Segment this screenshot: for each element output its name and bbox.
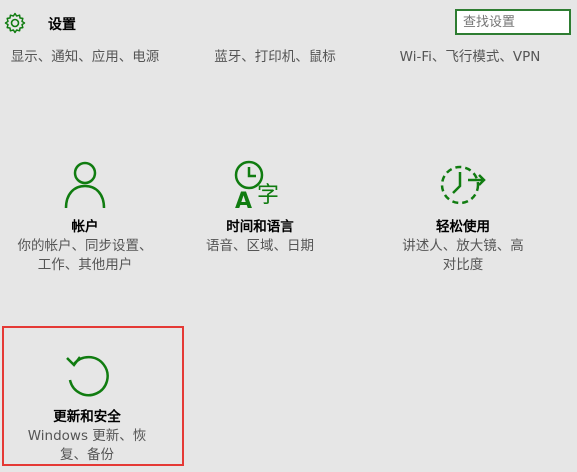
search-input[interactable] <box>455 9 571 35</box>
header: 设置 <box>0 0 577 46</box>
page-title: 设置 <box>48 17 76 33</box>
tile-desc: 语音、区域、日期 <box>206 238 314 254</box>
svg-text:A: A <box>235 189 252 210</box>
tile-label: 轻松使用 <box>436 219 490 235</box>
tile-ease-of-access[interactable]: 轻松使用 讲述人、放大镜、高对比度 <box>378 160 548 275</box>
tile-accounts[interactable]: 帐户 你的帐户、同步设置、工作、其他用户 <box>0 160 170 275</box>
tile-desc: 讲述人、放大镜、高对比度 <box>402 238 524 273</box>
svg-text:字: 字 <box>257 183 279 208</box>
tile-system-desc[interactable]: 显示、通知、应用、电源 <box>10 48 160 67</box>
person-icon <box>64 161 106 209</box>
ease-of-access-icon <box>440 165 486 205</box>
tile-label: 时间和语言 <box>226 219 294 235</box>
tile-label: 更新和安全 <box>53 409 121 425</box>
tile-devices-desc[interactable]: 蓝牙、打印机、鼠标 <box>190 48 360 67</box>
update-icon <box>66 355 109 397</box>
tile-network-desc[interactable]: Wi-Fi、飞行模式、VPN <box>375 48 565 67</box>
tile-label: 帐户 <box>71 219 99 235</box>
tile-time-language[interactable]: A 字 时间和语言 语音、区域、日期 <box>175 160 345 256</box>
tile-desc: Windows 更新、恢复、备份 <box>27 428 147 463</box>
time-language-icon: A 字 <box>234 160 279 210</box>
tile-update-security[interactable]: 更新和安全 Windows 更新、恢复、备份 <box>2 350 172 465</box>
gear-icon <box>4 12 26 34</box>
tile-desc: 你的帐户、同步设置、工作、其他用户 <box>17 238 153 273</box>
